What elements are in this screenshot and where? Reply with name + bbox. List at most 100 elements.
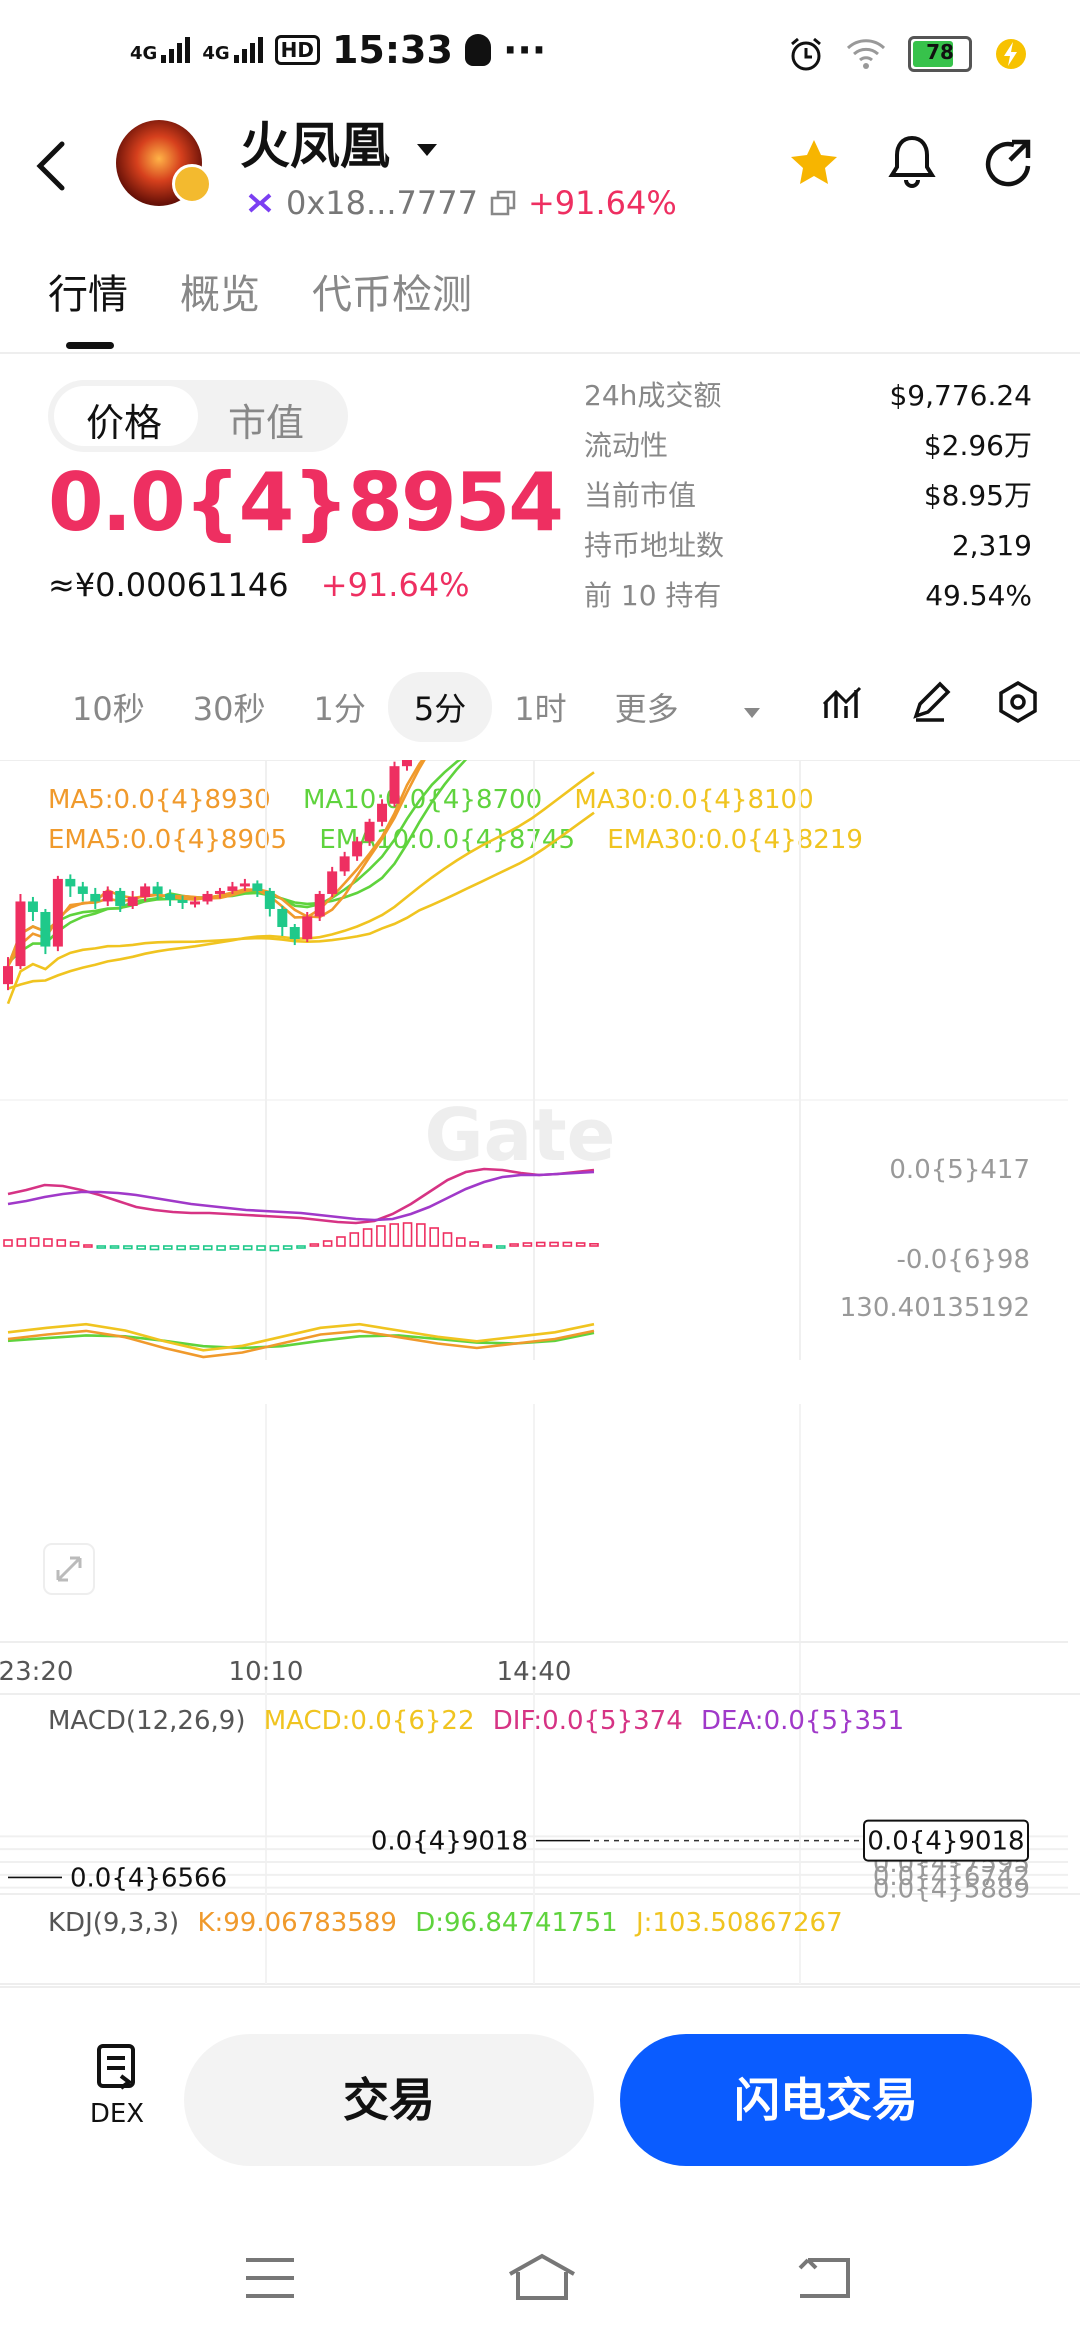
favorite-star-icon[interactable] [786,136,842,192]
tab-market[interactable]: 行情 [48,262,128,320]
macd-bar [416,1223,426,1247]
interval-5m[interactable]: 5分 [387,672,493,742]
macd-bar [16,1238,27,1247]
macd-bar [349,1232,360,1247]
kdj-j: J:103.50867267 [635,1908,843,1938]
candle [214,890,225,894]
candle [102,890,113,902]
candle [15,901,26,967]
kdj-axis-label: 130.40135192 [840,1293,1030,1323]
toggle-price[interactable]: 价格 [86,392,162,447]
more-notifications: ··· [502,28,547,72]
candle [327,871,338,894]
chain-badge-icon [172,164,212,204]
interval-10s[interactable]: 10秒 [72,684,145,730]
copy-icon[interactable] [490,190,516,216]
tab-overview[interactable]: 概览 [180,262,260,320]
draw-pen-icon[interactable] [908,680,952,724]
dex-button[interactable]: DEX [72,2040,162,2129]
macd-bar [69,1241,80,1247]
macd-axis-label: 0.0{5}417 [889,1155,1030,1185]
ma5-line [6,760,426,967]
active-tab-indicator [66,342,114,349]
x-tick-label: 23:20 [0,1657,73,1687]
macd-bar [242,1245,253,1251]
macd-panel: 0.0{5}417 -0.0{6}98 [3,1155,1030,1275]
macd-bar [216,1245,226,1251]
candles [3,760,412,991]
main-tabs: 行情 概览 代币检测 [48,262,472,320]
expand-icon[interactable] [43,1543,95,1595]
candle [52,878,63,947]
macd-bar [322,1240,333,1247]
macd-bar [429,1227,439,1247]
macd-bar [136,1245,146,1250]
divider [0,352,1080,354]
wifi-icon [846,39,886,69]
price-chart[interactable]: Gate 0.0{4}93020.0{4}84490.0{4}75950.0{4… [0,760,1080,1986]
stat-row: 前 10 持有 49.54% [584,579,1032,612]
ema10-line [7,760,462,965]
token-address-row: 0x18...7777 +91.64% [246,184,677,222]
candle [77,886,88,894]
macd-bar [96,1245,107,1249]
bell-icon[interactable] [886,132,938,192]
interval-1m[interactable]: 1分 [313,684,365,730]
home-icon[interactable] [506,2252,578,2302]
macd-bar [336,1236,346,1247]
hd-icon: HD [274,35,320,65]
flash-trade-button[interactable]: 闪电交易 [620,2034,1032,2166]
back-icon[interactable] [30,138,70,194]
back-nav-icon[interactable] [796,2256,852,2300]
macd-bar [43,1238,53,1247]
ema5-line [6,760,425,967]
low-price-label: 0.0{4}6566 [70,1863,227,1893]
x-tick-label: 14:40 [497,1657,572,1687]
qq-icon [464,34,491,66]
kdj-name: KDJ(9,3,3) [48,1908,180,1938]
macd-bar [309,1243,320,1247]
menu-icon[interactable] [244,2256,296,2300]
price-change: +91.64% [320,566,470,604]
network-icon [248,193,272,213]
token-title[interactable]: 火凤凰 [240,106,439,178]
interval-1h[interactable]: 1时 [514,684,566,730]
interval-more[interactable]: 更多 [615,684,761,730]
trade-button[interactable]: 交易 [184,2034,594,2166]
candle [389,766,400,804]
stat-row: 流动性 $2.96万 [584,429,1032,462]
macd-bar [362,1228,373,1247]
indicator-icon[interactable] [820,680,864,724]
stats-panel: 24h成交额 $9,776.24 流动性 $2.96万 当前市值 $8.95万 持币地… [584,376,1032,626]
dif-value: DIF:0.0{5}374 [492,1706,683,1736]
header-change: +91.64% [527,184,677,222]
interval-30s[interactable]: 30秒 [193,684,266,730]
kdj-j-line [7,1322,595,1352]
candle [115,890,126,906]
dea-line [7,1170,595,1222]
signal-1: 4G [130,37,191,63]
macd-bar [29,1237,40,1247]
macd-bar [535,1241,546,1247]
chart-tools [820,680,1040,724]
x-axis: 23:20 10:10 14:40 [0,1657,571,1687]
last-price-label: 0.0{4}9018 [867,1827,1024,1857]
candle [40,911,51,947]
chart-settings-icon[interactable] [996,680,1040,724]
candle [65,878,76,887]
tab-token-check[interactable]: 代币检测 [312,262,472,320]
price-cny: ≈¥0.00061146 [48,566,289,604]
stat-row: 24h成交额 $9,776.24 [584,379,1032,412]
macd-bar [456,1237,466,1247]
macd-bar [389,1223,400,1247]
network-type: 4G [202,43,230,64]
toggle-mcap[interactable]: 市值 [228,392,304,447]
price-mcap-toggle: 价格 市值 [48,380,348,452]
watermark: Gate [425,1093,616,1177]
macd-bar [176,1245,186,1251]
macd-name: MACD(12,26,9) [48,1706,246,1736]
candle [152,886,163,894]
candle [190,901,201,905]
candle [401,760,412,767]
share-icon[interactable] [982,136,1038,192]
